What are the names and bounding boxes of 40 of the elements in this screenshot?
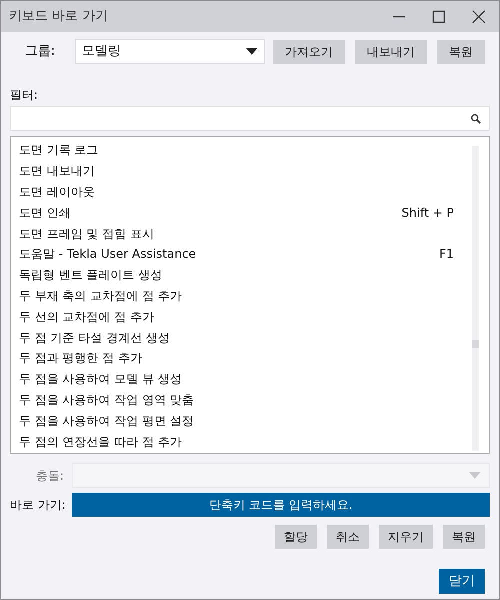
- shortcut-input[interactable]: 단축키 코드를 입력하세요.: [72, 492, 490, 516]
- shortcut-action-button[interactable]: 복원: [443, 525, 485, 549]
- shortcut-text: F1: [439, 246, 454, 264]
- window-title: 키보드 바로 가기: [9, 8, 110, 26]
- command-row[interactable]: 도면 프레임 및 접힘 표시: [11, 223, 472, 244]
- command-row[interactable]: 두 점을 사용하여 작업 평면 설정: [11, 410, 472, 432]
- command-row[interactable]: 두 점과 평행한 점 추가: [11, 348, 472, 369]
- conflict-label: 충돌:: [34, 468, 65, 484]
- shortcut-action-button[interactable]: 할당: [275, 525, 317, 549]
- command-row[interactable]: 두 부재 축의 교차점에 점 추가: [11, 286, 472, 306]
- command-row[interactable]: 두 선의 교차점에 점 추가: [11, 306, 472, 328]
- command-row[interactable]: 도면 인쇄 Shift + P: [11, 202, 472, 224]
- command-row[interactable]: 도면 레이아웃: [11, 182, 472, 202]
- dropdown-arrow-icon: [246, 48, 258, 56]
- group-action-button[interactable]: 복원: [437, 40, 485, 64]
- minimize-icon: [392, 16, 406, 18]
- dropdown-arrow-icon: [469, 472, 481, 480]
- command-row[interactable]: 도면 기록 로그: [11, 140, 472, 161]
- command-row[interactable]: 두 점을 사용하여 모델 뷰 생성: [11, 368, 472, 390]
- filter-field[interactable]: [10, 106, 490, 131]
- shortcut-label: 바로 가기:: [9, 496, 67, 514]
- group-label: 그룹:: [25, 42, 56, 61]
- filter-label: 필터:: [10, 87, 40, 104]
- command-row[interactable]: 두 점을 사용하여 작업 영역 맞춤: [11, 390, 472, 410]
- close-icon: [472, 10, 486, 24]
- command-row[interactable]: 도움말 - Tekla User Assistance F1: [11, 244, 472, 265]
- search-icon: [471, 114, 481, 124]
- command-row[interactable]: 두 점 기준 타설 경계선 생성: [11, 327, 472, 348]
- maximize-icon: [432, 10, 446, 24]
- close-dialog-button[interactable]: 닫기: [439, 569, 485, 594]
- group-dropdown[interactable]: 모델링: [75, 39, 265, 64]
- command-row[interactable]: 독립형 벤트 플레이트 생성: [11, 264, 472, 286]
- shortcut-text: Shift + P: [402, 204, 454, 222]
- shortcut-action-button[interactable]: 취소: [327, 525, 369, 549]
- scrollbar[interactable]: [472, 146, 479, 451]
- group-action-button[interactable]: 내보내기: [355, 40, 427, 64]
- group-action-button[interactable]: 가져오기: [273, 40, 345, 64]
- shortcut-action-button[interactable]: 지우기: [379, 525, 433, 549]
- command-row[interactable]: 두 점의 연장선을 따라 점 추가: [11, 431, 472, 452]
- command-row[interactable]: 도면 내보내기: [11, 160, 472, 182]
